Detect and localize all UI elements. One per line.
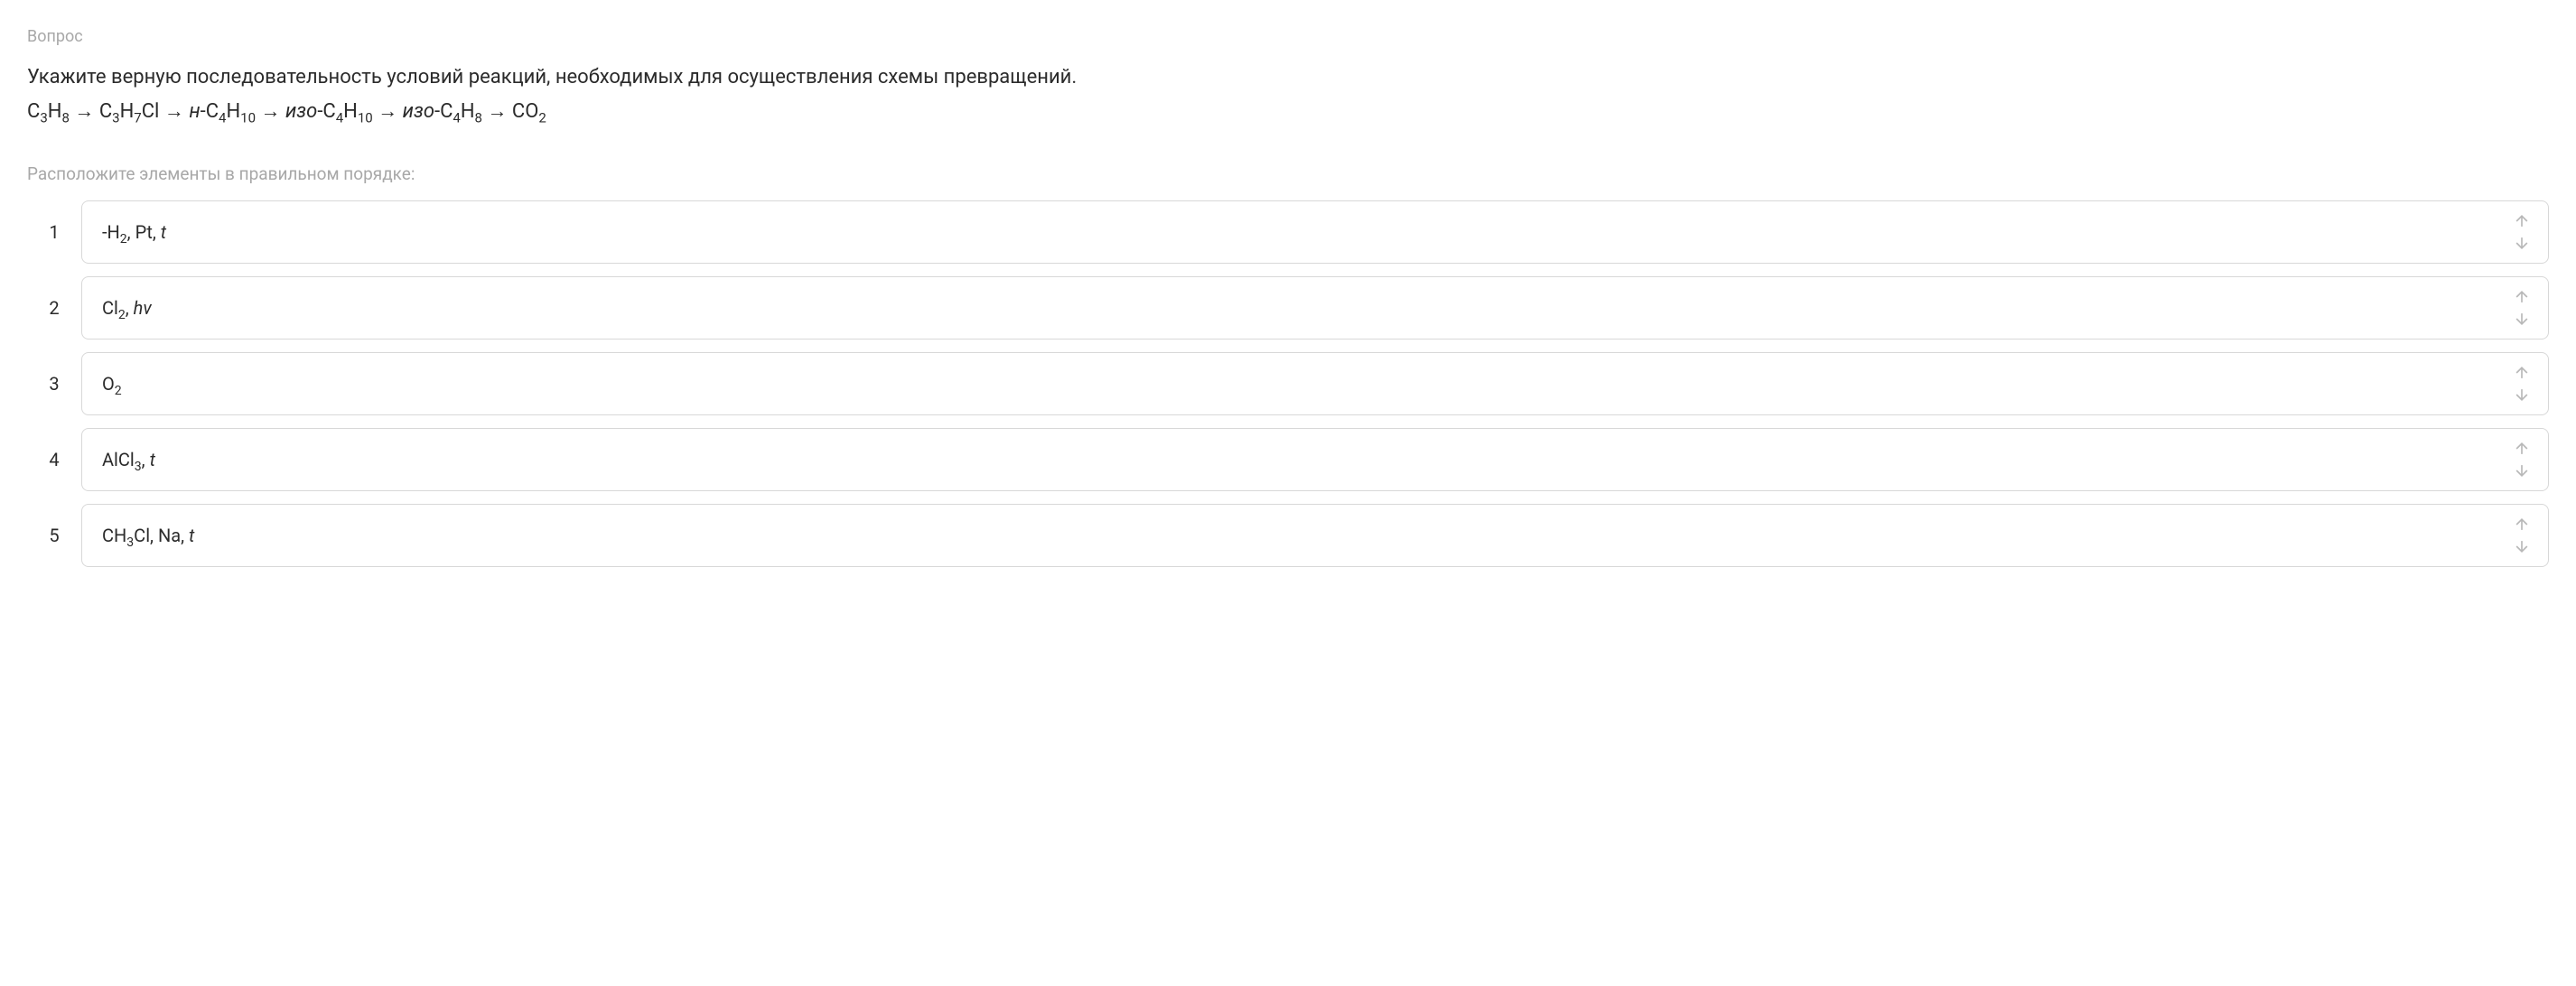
item-box[interactable]: AlCl3, t <box>81 428 2549 491</box>
item-box[interactable]: Cl2, hv <box>81 276 2549 340</box>
item-number: 3 <box>27 352 81 415</box>
reorder-arrows <box>2496 433 2548 487</box>
arrow-up-icon[interactable] <box>2512 440 2532 458</box>
list-item[interactable]: 5 CH3Cl, Na, t <box>27 504 2549 567</box>
arrow-down-icon[interactable] <box>2512 461 2532 479</box>
item-number: 2 <box>27 276 81 340</box>
reorder-arrows <box>2496 281 2548 335</box>
arrow-up-icon[interactable] <box>2512 212 2532 230</box>
question-label: Вопрос <box>27 27 2549 46</box>
sortable-list: 1 -H2, Pt, t 2 Cl2, hv 3 O2 4 AlCl3, t 5 CH3Cl, N… <box>27 200 2549 567</box>
arrow-up-icon[interactable] <box>2512 364 2532 382</box>
reaction-scheme: C3H8 → C3H7Cl → н-C4H10 → изо-C4H10 → из… <box>27 96 2549 127</box>
reorder-arrows <box>2496 508 2548 563</box>
item-number: 4 <box>27 428 81 491</box>
arrow-up-icon[interactable] <box>2512 516 2532 534</box>
list-item[interactable]: 3 O2 <box>27 352 2549 415</box>
reorder-arrows <box>2496 205 2548 259</box>
arrow-down-icon[interactable] <box>2512 234 2532 252</box>
list-item[interactable]: 1 -H2, Pt, t <box>27 200 2549 264</box>
item-number: 1 <box>27 200 81 264</box>
item-content: O2 <box>102 373 2496 395</box>
item-box[interactable]: CH3Cl, Na, t <box>81 504 2549 567</box>
item-content: Cl2, hv <box>102 297 2496 319</box>
item-content: -H2, Pt, t <box>102 221 2496 243</box>
list-item[interactable]: 4 AlCl3, t <box>27 428 2549 491</box>
arrange-label: Расположите элементы в правильном порядк… <box>27 163 2549 184</box>
item-content: AlCl3, t <box>102 449 2496 470</box>
list-item[interactable]: 2 Cl2, hv <box>27 276 2549 340</box>
item-content: CH3Cl, Na, t <box>102 525 2496 546</box>
arrow-down-icon[interactable] <box>2512 537 2532 555</box>
item-box[interactable]: -H2, Pt, t <box>81 200 2549 264</box>
arrow-up-icon[interactable] <box>2512 288 2532 306</box>
question-text: Укажите верную последовательность услови… <box>27 62 2549 92</box>
item-box[interactable]: O2 <box>81 352 2549 415</box>
arrow-down-icon[interactable] <box>2512 386 2532 404</box>
item-number: 5 <box>27 504 81 567</box>
reorder-arrows <box>2496 357 2548 411</box>
arrow-down-icon[interactable] <box>2512 310 2532 328</box>
